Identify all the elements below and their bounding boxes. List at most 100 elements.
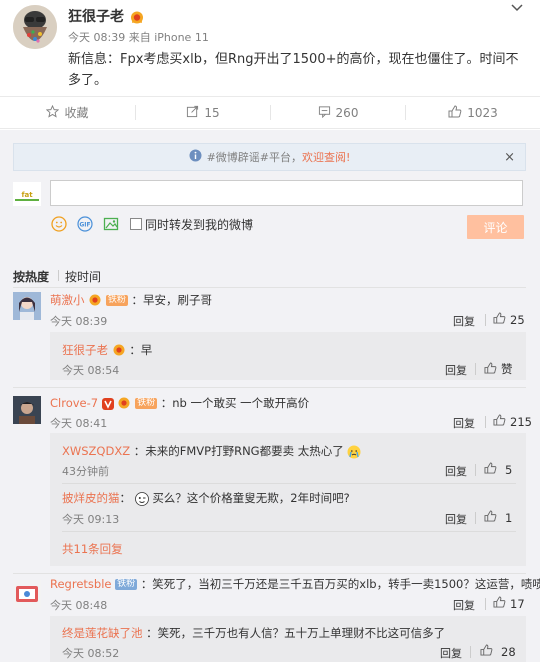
thumb-up-icon <box>448 104 462 121</box>
image-icon[interactable] <box>103 216 119 232</box>
comment-avatar[interactable] <box>13 292 41 320</box>
comment-time: 今天 08:48 <box>50 599 108 612</box>
comment-line: Regretsble 铁粉 ：笑死了，当初三千万还是三千五百万买的xlb，转手一… <box>50 576 540 592</box>
sub-comment-text: ：笑死，三千万也有人信？五十万上单理财不比这可信多了 <box>146 626 446 640</box>
thumb-up-icon <box>493 596 506 611</box>
my-avatar: fat <box>13 182 41 206</box>
comment-text: ：笑死了，当初三千万还是三千五百万买的xlb，转手一卖1500？这运营，啧啧啧 <box>140 577 540 591</box>
favorite-label: 收藏 <box>64 106 89 120</box>
reply-button[interactable]: 回复 <box>453 597 475 613</box>
like-count: 215 <box>510 414 532 429</box>
comment-like-button[interactable]: 25 <box>493 312 525 327</box>
sort-by-hot-tab[interactable]: 按热度 <box>13 268 49 285</box>
submit-comment-button[interactable]: 评论 <box>467 215 524 239</box>
sub-comment-like-button[interactable]: 赞 <box>484 361 513 377</box>
comment-icon <box>318 105 331 121</box>
comment-user[interactable]: 萌激小 <box>50 293 85 307</box>
thumb-up-icon <box>484 462 497 477</box>
fan-tag: 铁粉 <box>115 579 138 590</box>
sub-comment-user[interactable]: 披烊皮的猫 <box>62 491 120 505</box>
rumor-notice-bar: #微博辟谣# 平台 ， 欢迎查阅! × <box>13 143 526 171</box>
sub-comment-line: 披烊皮的猫： 买么？这个价格童叟无欺，2年时间吧? <box>62 491 350 506</box>
comment-time: 今天 08:39 <box>50 315 108 328</box>
sub-comment-line: 狂很子老 ：早 <box>62 342 152 358</box>
like-count: 17 <box>510 596 525 611</box>
comment-avatar[interactable] <box>13 580 41 608</box>
divider <box>62 531 516 532</box>
comment-user[interactable]: Regretsble <box>50 577 111 591</box>
thumb-up-icon <box>493 312 506 327</box>
divider <box>58 270 59 281</box>
emoji-icon[interactable] <box>51 216 67 232</box>
divider <box>475 363 476 375</box>
post-content: 新信息：Fpx考虑买xlb，但Rng开出了1500+的高价，现在也僵住了。时间不… <box>68 52 519 88</box>
notice-separator: ， <box>291 151 302 164</box>
notice-close-icon[interactable]: × <box>504 150 515 165</box>
svg-text:fat: fat <box>21 191 33 199</box>
reply-button[interactable]: 回复 <box>445 362 467 378</box>
repost-button[interactable]: 15 <box>136 97 270 128</box>
sub-comment-like-button[interactable]: 28 <box>480 644 516 659</box>
reply-button[interactable]: 回复 <box>453 313 475 329</box>
more-replies-link[interactable]: 共11条回复 <box>62 541 123 557</box>
sub-comment-time: 今天 08:54 <box>62 364 120 377</box>
reply-button[interactable]: 回复 <box>445 511 467 527</box>
sort-by-time-tab[interactable]: 按时间 <box>65 268 101 285</box>
comment-avatar[interactable] <box>13 396 41 424</box>
forward-checkbox[interactable] <box>130 218 142 230</box>
notice-welcome-link[interactable]: 欢迎查阅! <box>302 149 350 165</box>
divider <box>470 646 471 658</box>
thumb-up-icon <box>480 644 493 659</box>
reply-button[interactable]: 回复 <box>445 463 467 479</box>
comment-like-button[interactable]: 215 <box>493 414 532 429</box>
sub-comment-like-button[interactable]: 1 <box>484 510 512 525</box>
reply-button[interactable]: 回复 <box>440 645 462 661</box>
divider <box>13 573 526 574</box>
notice-platform-text: 平台 <box>269 151 291 164</box>
sub-comment-user[interactable]: 狂很子老 <box>62 343 108 357</box>
divider <box>475 512 476 524</box>
comment-text: ：早安，刷子哥 <box>131 293 212 307</box>
sub-comment-line: XWSZQDXZ ：未来的FMVP打野RNG都要卖 太热心了 <box>62 443 361 459</box>
comment-line: Clrove-7 铁粉 ：nb 一个敢买 一个敢开高价 <box>50 395 309 411</box>
divider <box>485 416 486 428</box>
like-count: 1 <box>505 510 513 525</box>
post-meta: 今天 08:39 来自 iPhone 11 <box>68 31 209 44</box>
svg-text:GIF: GIF <box>79 222 90 229</box>
divider <box>62 483 516 484</box>
sub-comment-time: 今天 08:52 <box>62 647 120 660</box>
like-label: 赞 <box>501 362 513 376</box>
thumb-up-icon <box>484 510 497 525</box>
reply-button[interactable]: 回复 <box>453 415 475 431</box>
sub-comment-user[interactable]: XWSZQDXZ <box>62 444 130 458</box>
comment-time: 今天 08:41 <box>50 417 108 430</box>
post-action-bar: 收藏 15 260 1023 <box>0 96 540 129</box>
chevron-down-icon[interactable] <box>509 1 525 15</box>
gif-icon[interactable]: GIF <box>77 216 93 232</box>
divider <box>13 287 526 288</box>
like-button[interactable]: 1023 <box>406 97 540 128</box>
comment-button[interactable]: 260 <box>271 97 405 128</box>
info-icon <box>189 149 202 165</box>
divider <box>485 598 486 610</box>
verified-v-icon <box>101 397 114 410</box>
sub-comment-like-button[interactable]: 5 <box>484 462 512 477</box>
comment-like-button[interactable]: 17 <box>493 596 525 611</box>
comment-count: 260 <box>335 105 359 120</box>
comment-user[interactable]: Clrove-7 <box>50 396 98 410</box>
fan-badge-icon <box>88 294 102 307</box>
sub-comment-user[interactable]: 终是莲花缺了池 <box>62 626 143 640</box>
thumb-up-icon <box>493 414 506 429</box>
crying-emoji-icon <box>347 444 361 458</box>
comment-input[interactable] <box>50 180 523 206</box>
comment-line: 萌激小 铁粉 ：早安，刷子哥 <box>50 292 212 308</box>
author-avatar[interactable] <box>13 5 57 49</box>
sub-comment-text: ：未来的FMVP打野RNG都要卖 太热心了 <box>133 444 344 458</box>
fan-tag: 铁粉 <box>135 398 158 409</box>
author-name[interactable]: 狂很子老 <box>68 6 144 26</box>
vip-badge-icon <box>129 11 144 24</box>
sub-comment-text: 买么？这个价格童叟无欺，2年时间吧? <box>152 491 350 505</box>
notice-hashtag-link[interactable]: #微博辟谣# <box>207 149 269 165</box>
favorite-button[interactable]: 收藏 <box>0 97 135 128</box>
author-name-text[interactable]: 狂很子老 <box>68 9 124 25</box>
